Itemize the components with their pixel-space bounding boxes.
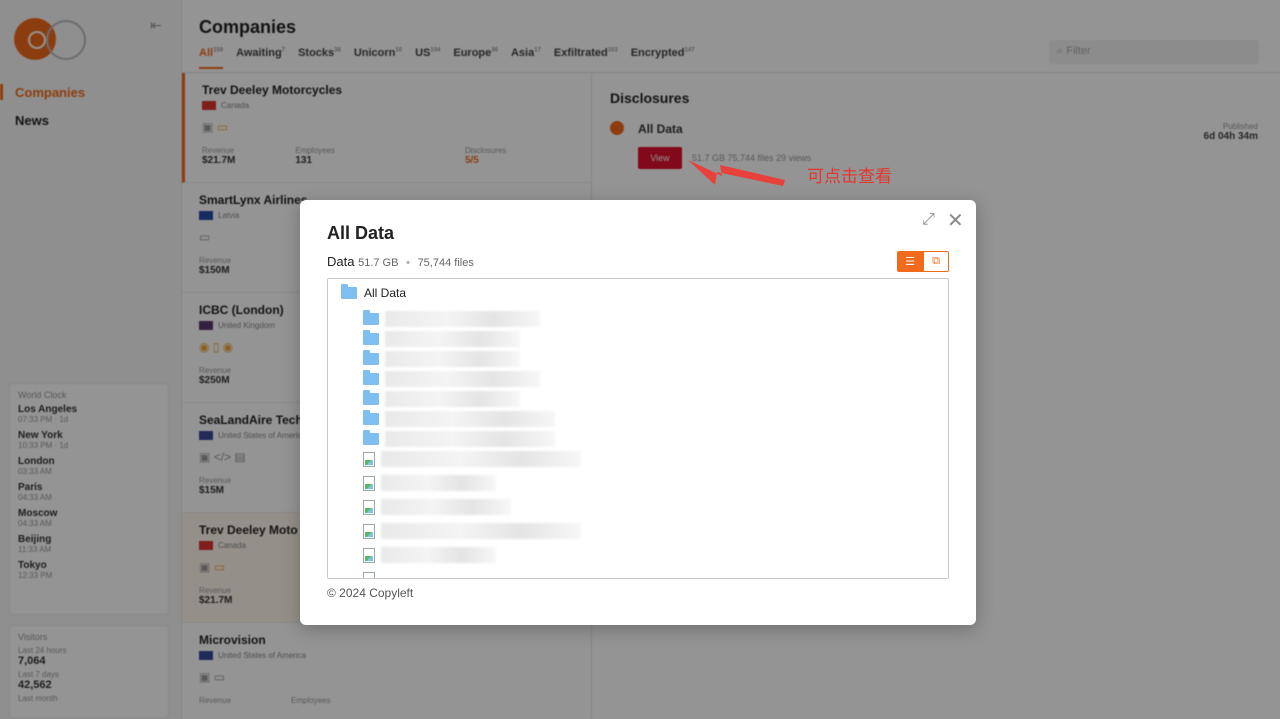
- redacted-name: [381, 475, 496, 491]
- tree-folder-row[interactable]: [363, 330, 520, 347]
- tree-file-row[interactable]: [363, 499, 511, 515]
- expand-icon[interactable]: ⤢: [922, 211, 935, 229]
- redacted-name: [381, 499, 511, 515]
- folder-icon: [363, 430, 379, 445]
- close-icon[interactable]: ✕: [947, 208, 964, 233]
- data-label: Data: [327, 254, 355, 269]
- tree-file-row[interactable]: [363, 547, 496, 563]
- tree-folder-row[interactable]: [363, 310, 540, 327]
- redacted-name: [385, 331, 520, 347]
- folder-icon: [363, 330, 379, 345]
- folder-icon: [363, 370, 379, 385]
- redacted-name: [385, 431, 555, 447]
- redacted-name: [385, 411, 555, 427]
- redacted-name: [385, 391, 520, 407]
- separator: •: [406, 257, 410, 269]
- list-view-icon[interactable]: ☰: [897, 251, 923, 272]
- folder-icon: [363, 310, 379, 325]
- tree-file-row[interactable]: [363, 451, 581, 467]
- annotation-text: 可点击查看: [807, 167, 892, 187]
- tree-root-item[interactable]: All Data: [341, 284, 407, 300]
- tree-file-row[interactable]: [363, 523, 581, 539]
- file-tree[interactable]: All Data: [327, 278, 949, 579]
- redacted-name: [381, 523, 581, 539]
- tree-file-row[interactable]: [363, 571, 375, 578]
- all-data-modal: All Data ⤢ ✕ Data 51.7 GB • 75,744 files…: [300, 200, 976, 625]
- tree-folder-row[interactable]: [363, 430, 555, 447]
- tree-folder-row[interactable]: [363, 350, 520, 367]
- tree-file-row[interactable]: [363, 475, 496, 491]
- modal-footer: © 2024 Copyleft: [327, 586, 414, 600]
- folder-open-icon: [341, 284, 357, 299]
- file-count: 75,744 files: [417, 257, 474, 269]
- folder-icon: [363, 350, 379, 365]
- folder-icon: [363, 410, 379, 425]
- redacted-name: [381, 451, 581, 467]
- redacted-name: [381, 547, 496, 563]
- image-file-icon: [363, 571, 375, 578]
- folder-icon: [363, 390, 379, 405]
- redacted-name: [385, 351, 520, 367]
- tree-root-label: All Data: [364, 286, 407, 300]
- image-file-icon: [363, 475, 375, 491]
- view-toggle: ☰ ⧉: [897, 251, 949, 272]
- modal-title: All Data: [327, 223, 395, 243]
- image-file-icon: [363, 499, 375, 515]
- tree-folder-row[interactable]: [363, 410, 555, 427]
- image-file-icon: [363, 547, 375, 563]
- redacted-name: [385, 311, 540, 327]
- tree-view-icon[interactable]: ⧉: [923, 251, 949, 272]
- data-size: 51.7 GB: [358, 257, 399, 269]
- image-file-icon: [363, 451, 375, 467]
- modal-subtitle: Data 51.7 GB • 75,744 files: [327, 254, 474, 269]
- redacted-name: [385, 371, 540, 387]
- tree-folder-row[interactable]: [363, 370, 540, 387]
- image-file-icon: [363, 523, 375, 539]
- tree-folder-row[interactable]: [363, 390, 520, 407]
